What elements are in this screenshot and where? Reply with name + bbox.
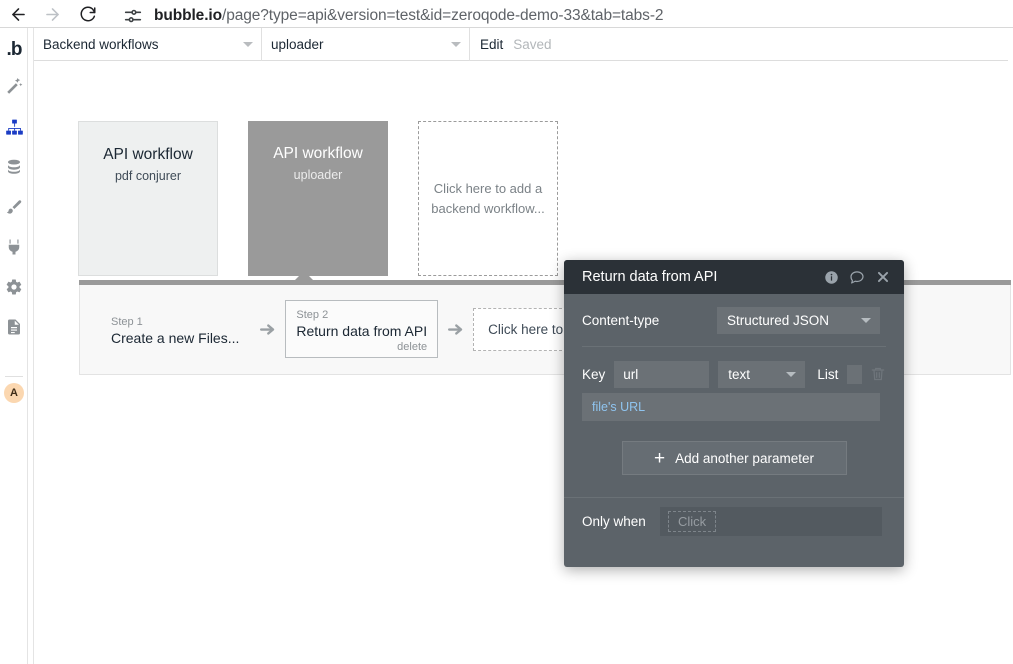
- arrow-right-icon: [446, 320, 465, 339]
- trash-icon[interactable]: [870, 366, 886, 382]
- rail-divider: [5, 376, 23, 377]
- editor-toolbar: Backend workflows uploader Edit Saved: [34, 27, 1008, 61]
- workflow-canvas: API workflow pdf conjurer API workflow u…: [34, 62, 1011, 664]
- logs-document-icon[interactable]: [0, 313, 28, 341]
- section-selector[interactable]: Backend workflows: [34, 27, 262, 61]
- chevron-down-icon: [451, 42, 461, 47]
- action-property-editor: Return data from API Content-type Struct…: [564, 260, 904, 567]
- workflow-icon[interactable]: [0, 113, 28, 141]
- list-checkbox[interactable]: [847, 364, 862, 384]
- tune-icon[interactable]: [122, 5, 144, 27]
- comment-icon[interactable]: [846, 266, 868, 288]
- step-number: Step 2: [296, 309, 329, 321]
- step-number: Step 1: [111, 316, 143, 328]
- content-type-value: Structured JSON: [727, 312, 830, 328]
- workflow-card-pdf-conjurer[interactable]: API workflow pdf conjurer: [78, 121, 218, 276]
- dialog-body: Content-type Structured JSON Key text: [564, 294, 904, 545]
- dialog-header: Return data from API: [564, 260, 904, 294]
- plus-icon: +: [654, 447, 666, 469]
- content-type-select[interactable]: Structured JSON: [717, 306, 880, 334]
- app-window: bubble.io/page?type=api&version=test&id=…: [0, 0, 1013, 664]
- only-when-label: Only when: [582, 514, 646, 529]
- add-another-parameter-button[interactable]: + Add another parameter: [621, 441, 847, 475]
- parameter-key-row: Key text List: [564, 347, 904, 393]
- data-icon[interactable]: [0, 153, 28, 181]
- section-selector-value: Backend workflows: [43, 36, 159, 52]
- add-another-parameter-label: Add another parameter: [675, 450, 814, 466]
- workflow-step-1[interactable]: Step 1 Create a new Files...: [100, 307, 250, 351]
- workflow-card-list: API workflow pdf conjurer API workflow u…: [78, 121, 588, 276]
- workflow-steps-row: Step 1 Create a new Files... Step 2 Retu…: [100, 300, 644, 358]
- settings-gear-icon[interactable]: [0, 273, 28, 301]
- dialog-title: Return data from API: [582, 269, 718, 285]
- value-expression-field[interactable]: file's URL: [582, 393, 880, 421]
- key-input[interactable]: [614, 360, 710, 388]
- workflow-card-uploader[interactable]: API workflow uploader: [248, 121, 388, 276]
- step-name: Return data from API: [296, 323, 428, 339]
- avatar[interactable]: A: [4, 383, 24, 403]
- bubble-editor: .b A Backend workflows uploader Edit Sav…: [0, 27, 1013, 664]
- only-when-field[interactable]: Click: [660, 507, 882, 536]
- info-icon[interactable]: [820, 266, 842, 288]
- browser-toolbar: bubble.io/page?type=api&version=test&id=…: [0, 0, 1013, 34]
- workflow-card-subtitle: uploader: [293, 168, 343, 182]
- save-status: Saved: [513, 36, 552, 52]
- arrow-right-icon: [258, 320, 277, 339]
- step-delete-button[interactable]: delete: [397, 341, 427, 353]
- bubble-logo[interactable]: .b: [0, 36, 28, 64]
- value-expression-text: file's URL: [592, 400, 646, 414]
- only-when-row: Only when Click: [564, 498, 904, 545]
- url-path: /page?type=api&version=test&id=zeroqode-…: [221, 7, 664, 24]
- reload-icon[interactable]: [74, 0, 102, 28]
- content-type-label: Content-type: [582, 312, 660, 328]
- add-backend-workflow-card[interactable]: Click here to add a backend workflow...: [418, 121, 558, 276]
- key-type-value: text: [728, 366, 751, 382]
- chevron-down-icon: [861, 318, 871, 323]
- workflow-card-title: API workflow: [273, 145, 363, 162]
- workflow-card-title: API workflow: [103, 146, 193, 163]
- design-wand-icon[interactable]: [0, 73, 28, 101]
- edit-button[interactable]: Edit: [470, 37, 513, 52]
- workflow-step-2[interactable]: Step 2 Return data from API delete: [285, 300, 439, 358]
- selected-workflow-pointer: [295, 271, 313, 280]
- back-icon[interactable]: [4, 0, 32, 28]
- url-host: bubble.io: [154, 7, 222, 24]
- chevron-down-icon: [243, 42, 253, 47]
- only-when-placeholder: Click: [668, 511, 717, 532]
- left-icon-rail: .b A: [0, 28, 28, 664]
- list-label: List: [817, 366, 839, 382]
- address-bar-url: bubble.io/page?type=api&version=test&id=…: [154, 7, 663, 25]
- key-type-select[interactable]: text: [718, 360, 806, 388]
- plugins-plug-icon[interactable]: [0, 233, 28, 261]
- content-type-row: Content-type Structured JSON: [564, 294, 904, 346]
- parameter-value-row: file's URL: [564, 393, 904, 421]
- add-parameter-row: + Add another parameter: [564, 421, 904, 475]
- step-name: Create a new Files...: [111, 330, 240, 346]
- styles-brush-icon[interactable]: [0, 193, 28, 221]
- workflow-selector-value: uploader: [271, 36, 324, 52]
- forward-icon[interactable]: [38, 0, 66, 28]
- workflow-card-subtitle: pdf conjurer: [114, 169, 181, 183]
- chevron-down-icon: [786, 372, 797, 377]
- key-label: Key: [582, 366, 606, 382]
- close-icon[interactable]: [872, 266, 894, 288]
- workflow-selector[interactable]: uploader: [262, 27, 470, 61]
